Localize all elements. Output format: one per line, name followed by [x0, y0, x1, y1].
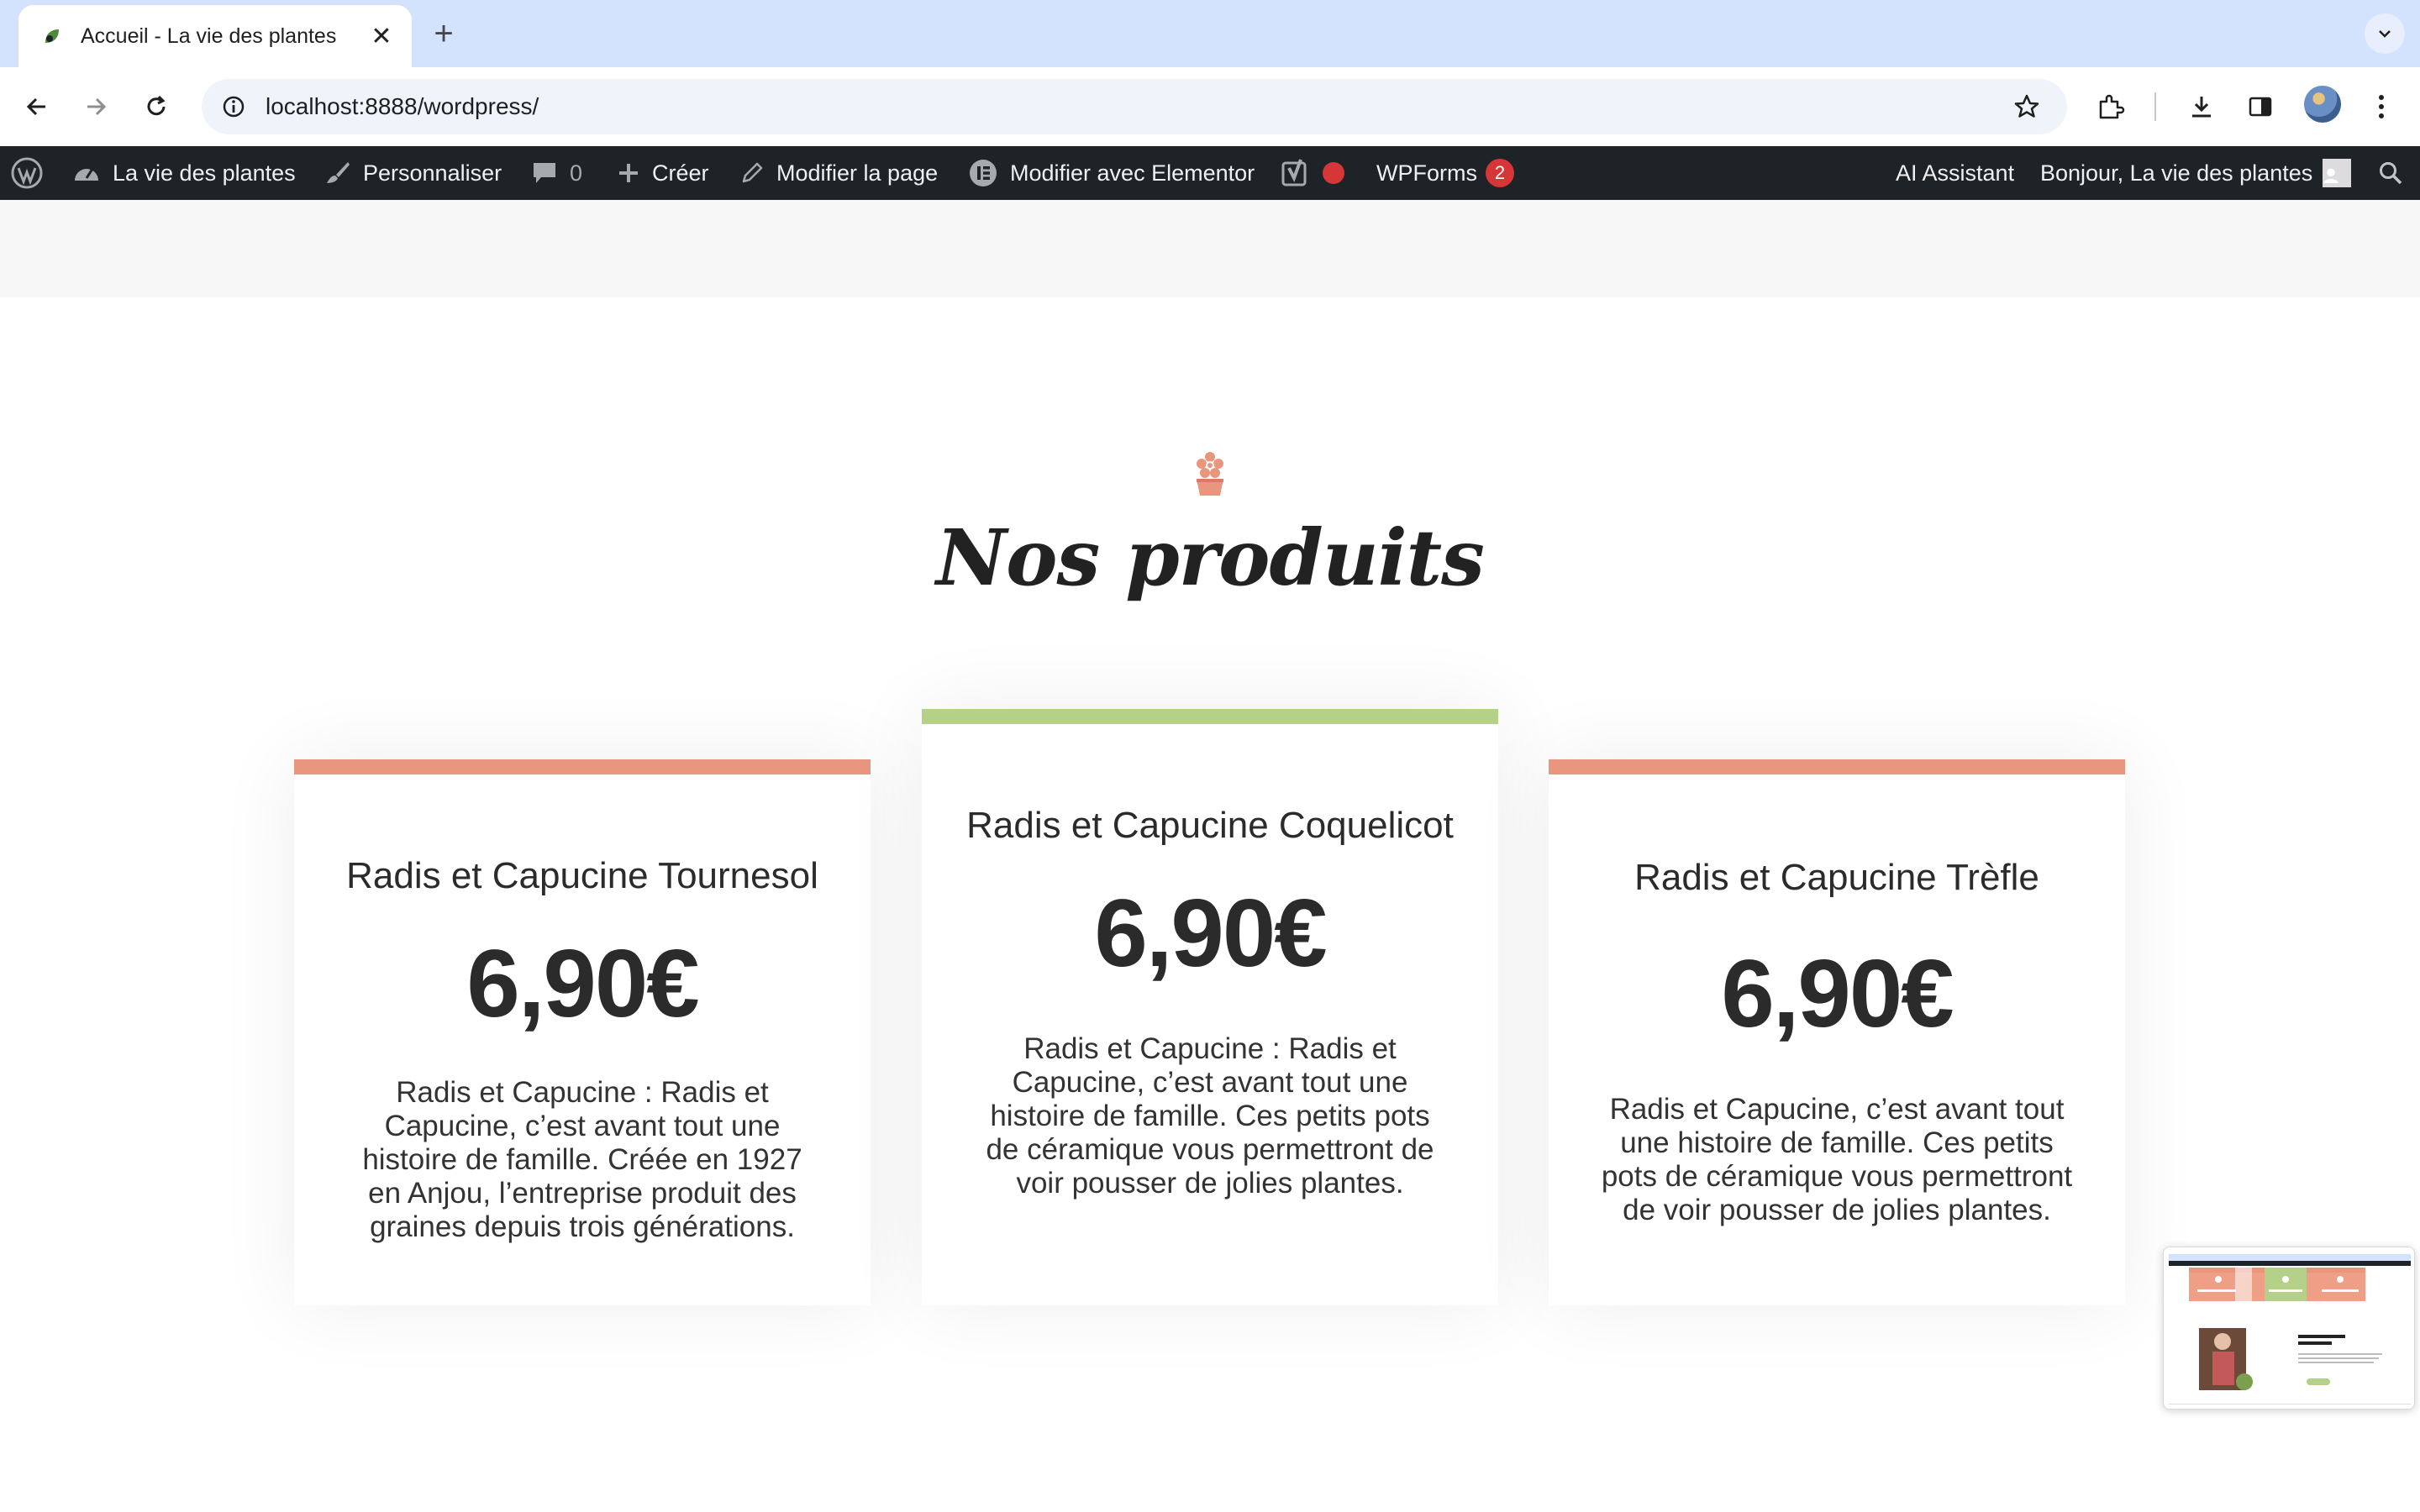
browser-toolbar: localhost:8888/wordpress/	[0, 67, 2420, 146]
product-price: 6,90€	[1094, 880, 1327, 987]
greeting-label: Bonjour, La vie des plantes	[2040, 160, 2313, 186]
wp-logo-menu[interactable]	[10, 146, 55, 200]
product-description: Radis et Capucine : Radis et Capucine, c…	[362, 1076, 802, 1243]
url-text[interactable]: localhost:8888/wordpress/	[266, 93, 539, 120]
toolbar-divider	[2154, 92, 2156, 121]
side-panel-button[interactable]	[2238, 85, 2282, 129]
tab-search-button[interactable]	[2365, 13, 2405, 54]
comments-count: 0	[570, 160, 583, 186]
new-tab-button[interactable]: +	[425, 15, 462, 52]
product-card-featured: Radis et Capucine Coquelicot 6,90€ Radis…	[922, 709, 1498, 1305]
bookmark-star-icon[interactable]	[2008, 88, 2045, 125]
product-description: Radis et Capucine, c’est avant tout une …	[1601, 1093, 2073, 1226]
wp-admin-bar: La vie des plantes Personnaliser 0 Créer…	[0, 146, 2420, 200]
ai-assistant-label: AI Assistant	[1896, 160, 2015, 186]
ai-assistant-link[interactable]: AI Assistant	[1896, 146, 2014, 200]
section-title: Nos produits	[936, 512, 1485, 603]
product-price: 6,90€	[1721, 941, 1954, 1047]
side-panel-icon	[2249, 97, 2272, 117]
thumbnail-image	[2164, 1247, 2414, 1409]
site-name-label: La vie des plantes	[113, 160, 296, 186]
edit-elementor-link[interactable]: Modifier avec Elementor	[968, 146, 1255, 200]
puzzle-icon	[2099, 94, 2125, 119]
comments-link[interactable]: 0	[531, 146, 582, 200]
card-accent-bar	[922, 709, 1498, 724]
paintbrush-icon	[327, 162, 350, 183]
product-card: Radis et Capucine Tournesol 6,90€ Radis …	[294, 759, 871, 1305]
edit-elementor-label: Modifier avec Elementor	[1010, 160, 1255, 186]
forward-button[interactable]	[74, 85, 118, 129]
wordpress-logo-icon	[11, 157, 43, 189]
user-silhouette-icon	[2323, 168, 2338, 183]
yoast-icon	[1281, 159, 1307, 186]
site-favicon-icon	[39, 23, 66, 50]
comment-bubble-icon	[534, 163, 555, 183]
elementor-icon	[970, 160, 997, 186]
customize-link[interactable]: Personnaliser	[324, 146, 502, 200]
downloads-button[interactable]	[2180, 85, 2223, 129]
product-price: 6,90€	[466, 931, 699, 1037]
card-accent-bar	[294, 759, 871, 774]
screenshot-preview-thumbnail[interactable]	[2163, 1247, 2415, 1410]
pencil-icon	[742, 162, 763, 183]
customize-label: Personnaliser	[363, 160, 502, 186]
wpforms-menu[interactable]: WPForms 2	[1376, 146, 1514, 200]
plus-icon	[619, 164, 638, 182]
wpforms-label: WPForms	[1376, 160, 1477, 186]
product-title: Radis et Capucine Tournesol	[346, 855, 818, 896]
back-button[interactable]	[15, 85, 59, 129]
my-account-menu[interactable]: Bonjour, La vie des plantes	[2040, 146, 2352, 200]
flower-pot-icon	[1197, 452, 1223, 496]
adminbar-search[interactable]	[2378, 146, 2415, 200]
yoast-seo-menu[interactable]	[1281, 146, 1344, 200]
product-card: Radis et Capucine Trèfle 6,90€ Radis et …	[1549, 759, 2125, 1305]
card-accent-bar	[1549, 759, 2125, 774]
profile-avatar[interactable]	[2304, 86, 2341, 123]
site-info-icon[interactable]	[215, 88, 252, 125]
product-description: Radis et Capucine : Radis et Capucine, c…	[986, 1032, 1434, 1200]
reload-icon	[147, 95, 166, 116]
reload-button[interactable]	[134, 85, 178, 129]
tab-title: Accueil - La vie des plantes	[81, 24, 337, 48]
create-label: Créer	[652, 160, 709, 186]
browser-menu-button[interactable]	[2360, 85, 2403, 129]
address-bar[interactable]: localhost:8888/wordpress/	[202, 79, 2067, 134]
browser-tab[interactable]: Accueil - La vie des plantes ✕	[18, 5, 412, 67]
download-icon	[2192, 97, 2211, 118]
notification-badge: 2	[1485, 159, 1514, 187]
chevron-down-icon	[2379, 30, 2391, 38]
product-title: Radis et Capucine Trèfle	[1634, 857, 2039, 898]
new-content-menu[interactable]: Créer	[617, 146, 709, 200]
arrow-left-icon	[26, 97, 45, 116]
dashboard-gauge-icon	[75, 168, 98, 181]
tab-strip: Accueil - La vie des plantes ✕ +	[0, 0, 2420, 67]
search-icon	[2380, 162, 2402, 185]
arrow-right-icon	[87, 97, 107, 116]
user-avatar	[2323, 159, 2352, 187]
extensions-button[interactable]	[2089, 85, 2133, 129]
site-name-menu[interactable]: La vie des plantes	[72, 146, 296, 200]
edit-page-link[interactable]: Modifier la page	[739, 146, 938, 200]
close-tab-icon[interactable]: ✕	[366, 21, 397, 51]
edit-page-label: Modifier la page	[776, 160, 939, 186]
seo-status-dot	[1323, 162, 1344, 184]
kebab-menu-icon	[2379, 95, 2384, 118]
header-band	[0, 200, 2420, 297]
product-title: Radis et Capucine Coquelicot	[966, 805, 1454, 846]
